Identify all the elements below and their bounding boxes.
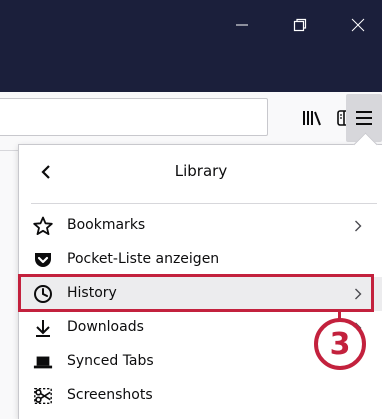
menu-item-label: Bookmarks bbox=[67, 217, 146, 233]
menu-item-label: Pocket-Liste anzeigen bbox=[67, 251, 220, 267]
scissors-icon bbox=[33, 386, 53, 406]
navigation-toolbar bbox=[0, 92, 382, 151]
menu-item-label: Synced Tabs bbox=[67, 353, 154, 369]
menu-item-bookmarks[interactable]: Bookmarks bbox=[19, 209, 382, 243]
laptop-icon bbox=[33, 352, 53, 372]
menu-item-label: Screenshots bbox=[67, 387, 153, 403]
minimize-icon bbox=[236, 24, 248, 26]
window-titlebar bbox=[0, 0, 382, 92]
library-button[interactable] bbox=[296, 102, 328, 134]
minimize-button[interactable] bbox=[214, 0, 270, 50]
panel-title: Library bbox=[174, 162, 228, 180]
panel-separator bbox=[31, 203, 377, 204]
pocket-icon bbox=[33, 250, 53, 270]
library-icon bbox=[303, 111, 321, 126]
restore-icon bbox=[293, 18, 307, 32]
close-icon bbox=[351, 18, 365, 32]
star-icon bbox=[33, 216, 53, 236]
close-button[interactable] bbox=[330, 0, 382, 50]
highlight-box bbox=[18, 274, 374, 312]
menu-item-pocket[interactable]: Pocket-Liste anzeigen bbox=[19, 243, 382, 277]
menu-icon bbox=[356, 111, 372, 125]
restore-button[interactable] bbox=[272, 0, 328, 50]
step-badge: 3 bbox=[314, 318, 366, 370]
download-icon bbox=[33, 318, 53, 338]
menu-item-label: Downloads bbox=[67, 319, 144, 335]
menu-item-screenshots[interactable]: Screenshots bbox=[19, 379, 382, 413]
chevron-right-icon bbox=[351, 217, 365, 235]
url-bar[interactable] bbox=[0, 98, 268, 136]
